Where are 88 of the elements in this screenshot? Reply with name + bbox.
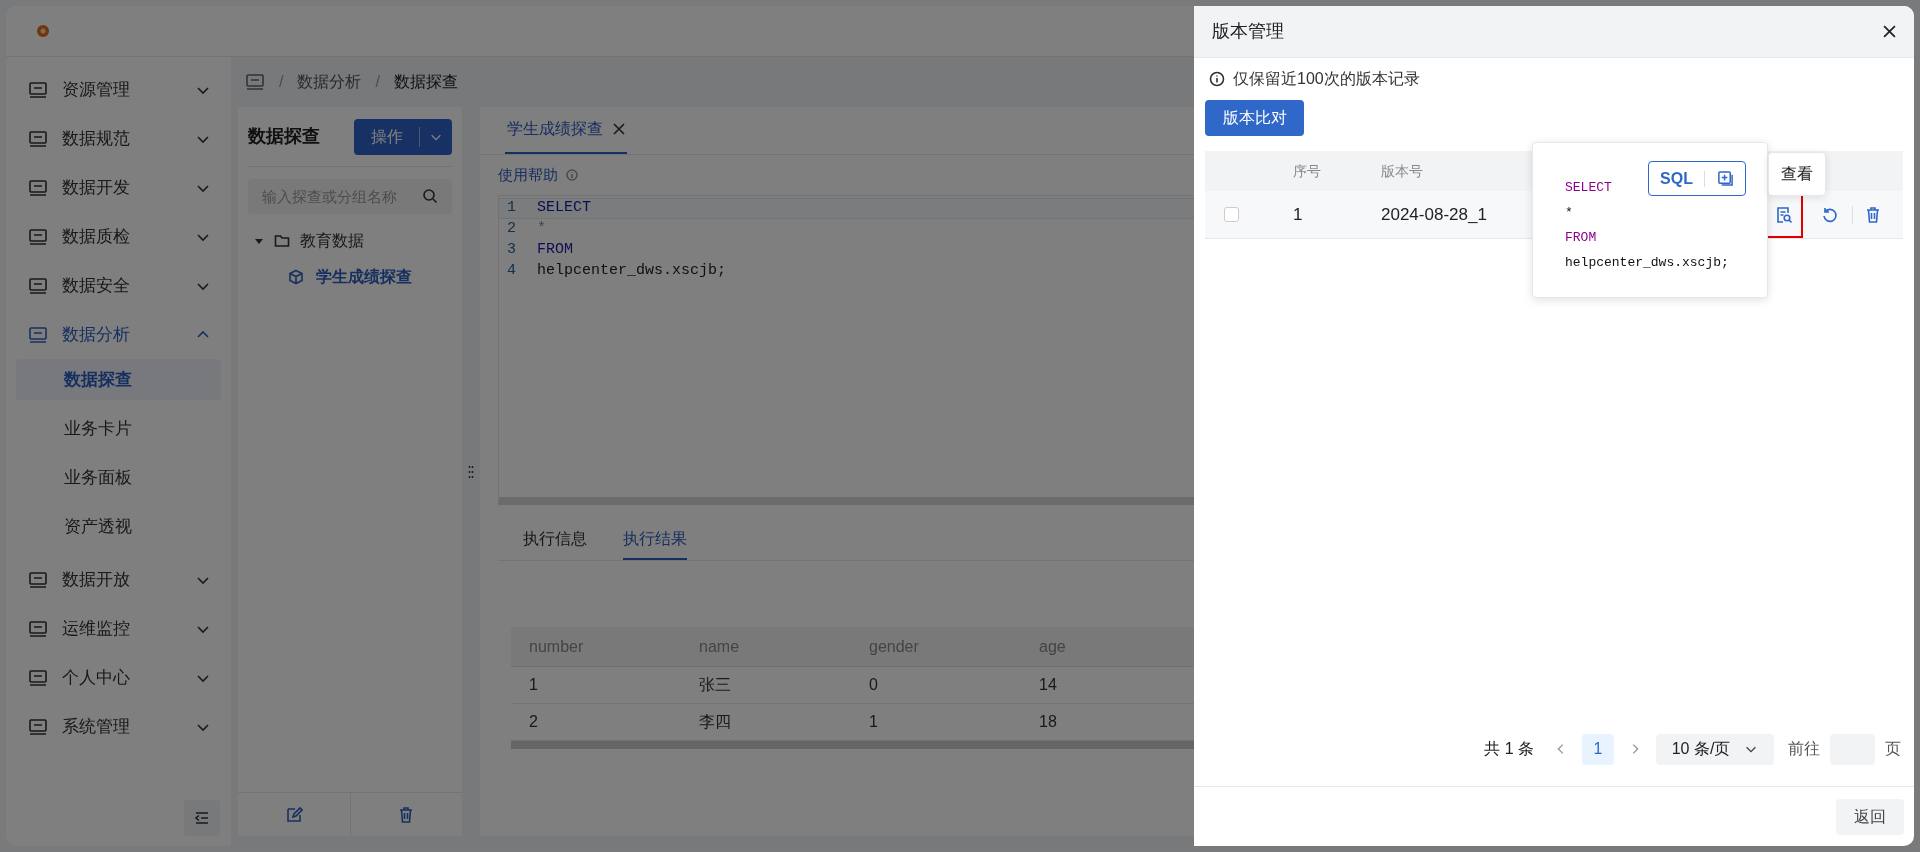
- result-tab[interactable]: 执行结果: [623, 520, 687, 560]
- code-line: *: [537, 219, 546, 240]
- editor-tab[interactable]: 学生成绩探查: [505, 106, 627, 154]
- page-size-select[interactable]: 10 条/页: [1656, 733, 1774, 765]
- search-icon: [422, 188, 438, 204]
- page-button[interactable]: 1: [1582, 733, 1614, 765]
- sidebar-subitem[interactable]: 数据探查: [16, 359, 221, 400]
- breadcrumb-separator: /: [279, 72, 284, 92]
- table-cell-text: 1: [868, 712, 879, 732]
- monitor-icon: [28, 569, 48, 590]
- code-line: helpcenter_dws.xscjb;: [537, 261, 727, 282]
- sidebar-item[interactable]: 数据开放: [6, 555, 231, 604]
- code-line: *: [1565, 205, 1573, 220]
- table-cell-text: 2024-08-28_1: [1381, 203, 1488, 226]
- total-count: 共 1 条: [1484, 739, 1534, 759]
- result-tab[interactable]: 执行信息: [523, 520, 587, 560]
- sidebar-subitem[interactable]: 资产透视: [16, 506, 221, 547]
- table-cell-text: 1: [528, 675, 539, 695]
- edit-icon: [284, 805, 303, 824]
- goto-label: 页: [1885, 739, 1901, 759]
- tree-item[interactable]: 学生成绩探查: [238, 264, 462, 290]
- checkbox[interactable]: [1224, 207, 1239, 222]
- info-icon: [1209, 71, 1225, 87]
- line-number: 1: [506, 198, 517, 219]
- sidebar-item[interactable]: 系统管理: [6, 702, 231, 751]
- sidebar-item[interactable]: 个人中心: [6, 653, 231, 702]
- tree-folder[interactable]: 教育数据: [238, 228, 462, 254]
- drawer-title: 版本管理: [1212, 20, 1284, 43]
- notice-text: 仅保留近100次的版本记录: [1233, 69, 1420, 89]
- table-cell-text: 18: [1038, 712, 1058, 732]
- compare-button[interactable]: 版本比对: [1205, 100, 1304, 136]
- monitor-icon: [28, 716, 48, 737]
- line-number: 3: [506, 240, 517, 261]
- rotate-icon: [1820, 205, 1839, 224]
- table-cell-text: 张三: [698, 675, 732, 695]
- sidebar-item[interactable]: 数据规范: [6, 114, 231, 163]
- breadcrumb-separator: /: [375, 72, 380, 92]
- table-cell-text: 1: [1293, 203, 1304, 226]
- sidebar-item[interactable]: 数据分析: [6, 310, 231, 359]
- sidebar-item[interactable]: 运维监控: [6, 604, 231, 653]
- dashboard-icon: [245, 72, 265, 92]
- breadcrumb-item[interactable]: 数据分析: [297, 70, 362, 94]
- column-header: 序号: [1293, 161, 1322, 181]
- sidebar-subitem[interactable]: 业务卡片: [16, 408, 221, 449]
- sidebar-item[interactable]: 资源管理: [6, 65, 231, 114]
- table-cell-text: 0: [868, 675, 879, 695]
- table-cell-text: 2: [528, 712, 539, 732]
- collapse-button[interactable]: [184, 800, 220, 836]
- cube-icon: [288, 269, 304, 285]
- panel-title: 数据探查: [248, 125, 320, 148]
- folder-icon: [274, 233, 290, 249]
- back-button[interactable]: 返回: [1836, 798, 1904, 835]
- monitor-icon: [28, 667, 48, 688]
- table-cell-text: 14: [1038, 675, 1058, 695]
- logo-icon: [36, 24, 50, 38]
- collapse-icon: [193, 809, 211, 827]
- copy-icon[interactable]: [1716, 170, 1734, 187]
- trash-icon: [1864, 205, 1882, 224]
- monitor-icon: [28, 177, 48, 198]
- language-label: SQL: [1649, 170, 1705, 187]
- code-line: SELECT: [1565, 180, 1612, 195]
- info-icon: [566, 169, 578, 181]
- help-link[interactable]: 使用帮助: [498, 163, 558, 187]
- goto-label: 前往: [1788, 739, 1820, 759]
- line-number: 4: [506, 261, 517, 282]
- drag-handle-icon[interactable]: [468, 464, 474, 479]
- sidebar-item[interactable]: 数据开发: [6, 163, 231, 212]
- close-icon[interactable]: [1883, 25, 1896, 38]
- action-button[interactable]: 操作: [354, 118, 452, 155]
- monitor-icon: [28, 324, 48, 345]
- monitor-icon: [28, 226, 48, 247]
- breadcrumb-item[interactable]: 数据探查: [393, 70, 458, 94]
- line-number: 2: [506, 219, 517, 240]
- tooltip: 查看: [1768, 152, 1826, 196]
- column-header: 版本号: [1381, 161, 1424, 181]
- monitor-icon: [28, 618, 48, 639]
- monitor-icon: [28, 275, 48, 296]
- sidebar-subitem[interactable]: 业务面板: [16, 457, 221, 498]
- code-line: FROM: [537, 240, 573, 261]
- code-line: helpcenter_dws.xscjb;: [1565, 255, 1729, 270]
- code-line: FROM: [1565, 230, 1597, 245]
- code-line: SELECT: [537, 198, 591, 219]
- sidebar-item[interactable]: 数据安全: [6, 261, 231, 310]
- monitor-icon: [28, 128, 48, 149]
- document-search-icon: [1774, 205, 1793, 224]
- table-cell-text: 李四: [698, 712, 732, 732]
- monitor-icon: [28, 79, 48, 100]
- sidebar-item[interactable]: 数据质检: [6, 212, 231, 261]
